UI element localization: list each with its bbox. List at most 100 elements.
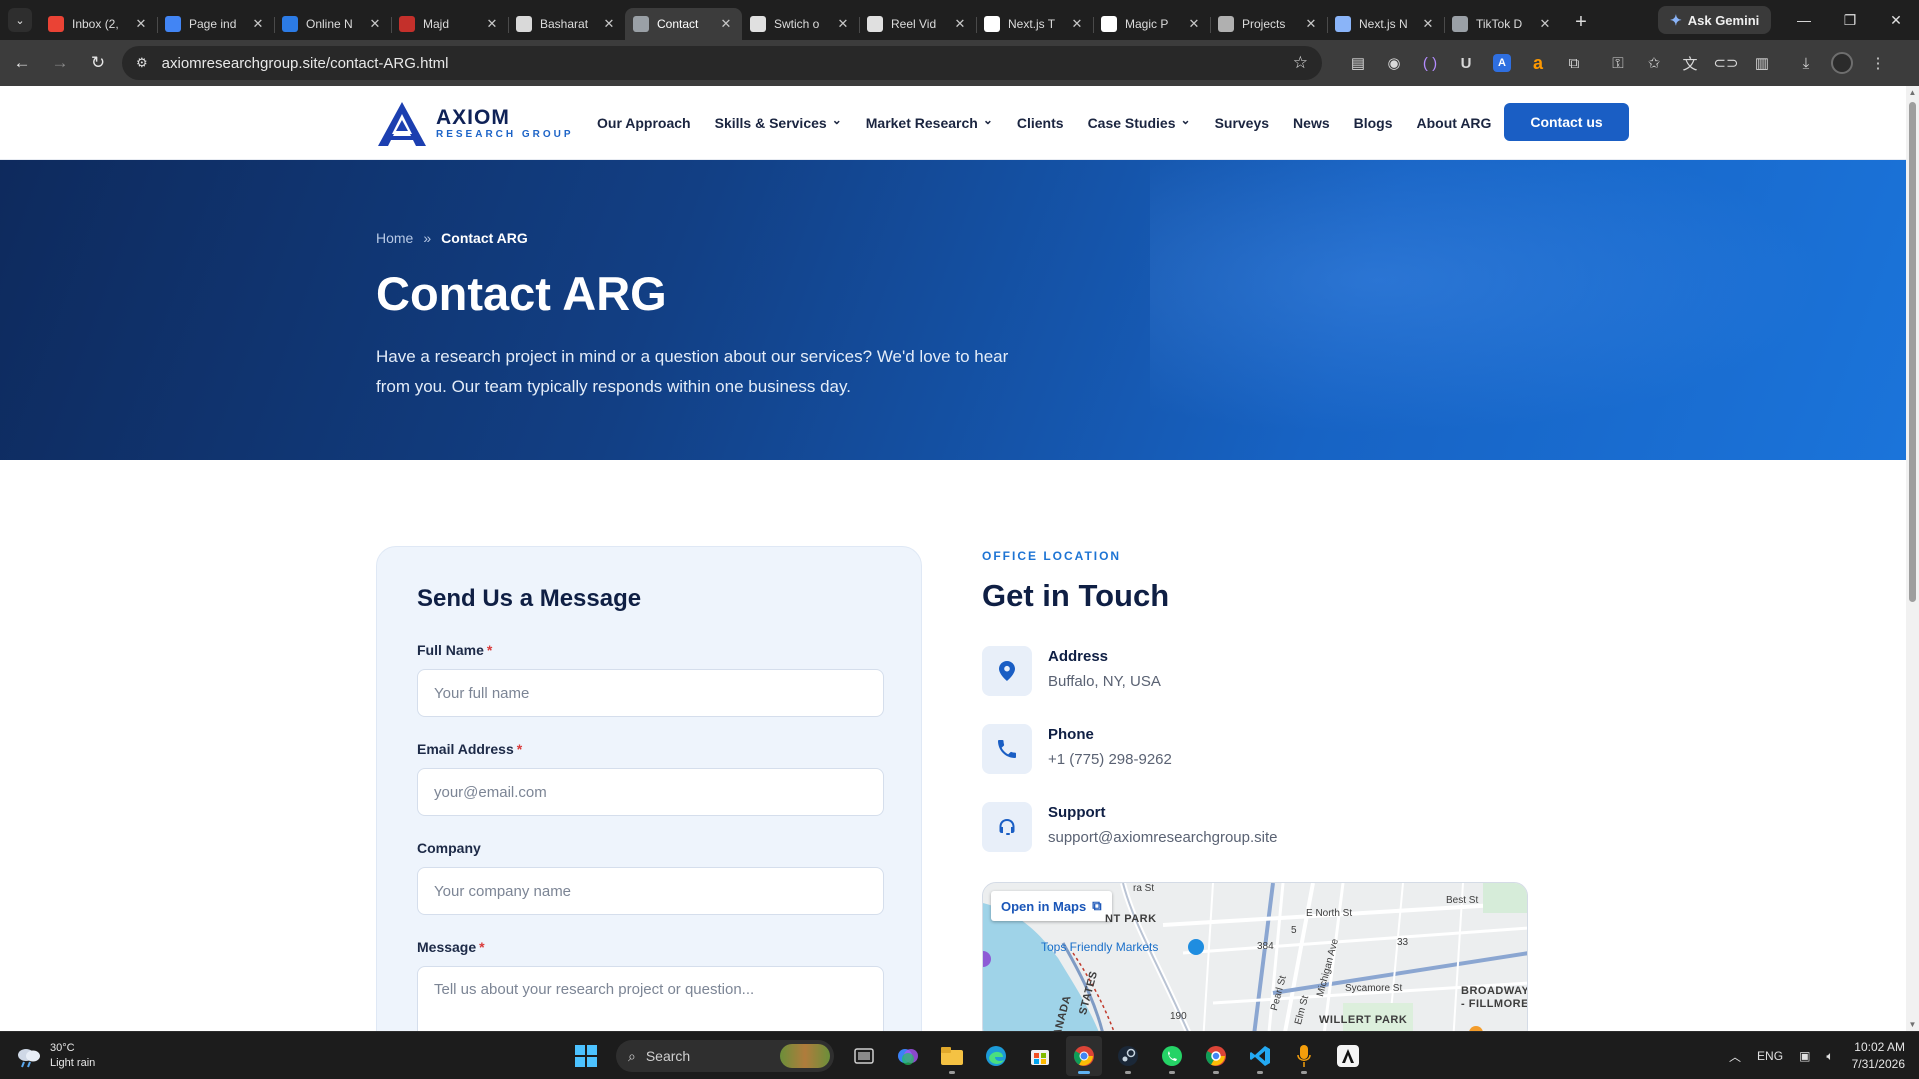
browser-tab[interactable]: Page ind ✕ bbox=[157, 8, 274, 40]
tab-close-icon[interactable]: ✕ bbox=[835, 16, 851, 32]
tab-close-icon[interactable]: ✕ bbox=[1537, 16, 1553, 32]
tab-close-icon[interactable]: ✕ bbox=[1420, 16, 1436, 32]
steam-icon[interactable] bbox=[1110, 1036, 1146, 1076]
ext-sidepanel-icon[interactable]: ▥ bbox=[1744, 40, 1780, 86]
ext-camera-icon[interactable]: ◉ bbox=[1376, 40, 1412, 86]
address-bar[interactable]: ⚙ axiomresearchgroup.site/contact-ARG.ht… bbox=[122, 46, 1322, 80]
download-icon[interactable]: ⤓ bbox=[1788, 40, 1824, 86]
edge-icon[interactable] bbox=[978, 1036, 1014, 1076]
microsoft-store-icon[interactable] bbox=[1022, 1036, 1058, 1076]
copilot-m365-icon[interactable] bbox=[890, 1036, 926, 1076]
profile-avatar[interactable] bbox=[1824, 40, 1860, 86]
nav-item-surveys[interactable]: Surveys bbox=[1215, 115, 1269, 131]
language-indicator[interactable]: ENG bbox=[1749, 1049, 1791, 1063]
browser-tab[interactable]: Swtich o ✕ bbox=[742, 8, 859, 40]
browser-tab[interactable]: Projects ✕ bbox=[1210, 8, 1327, 40]
ext-cast-icon[interactable]: ▤ bbox=[1340, 40, 1376, 86]
ext-key-icon[interactable]: ⚿ bbox=[1600, 40, 1636, 86]
scroll-up-icon[interactable]: ▲ bbox=[1908, 88, 1917, 97]
nav-item-case-studies[interactable]: Case Studies ⌄ bbox=[1088, 113, 1191, 131]
chrome-profile-icon[interactable] bbox=[1198, 1036, 1234, 1076]
site-logo[interactable]: AXIOM RESEARCH GROUP bbox=[376, 100, 574, 148]
tab-close-icon[interactable]: ✕ bbox=[133, 16, 149, 32]
weather-widget[interactable]: 30°C Light rain bbox=[16, 1041, 95, 1071]
phone-value[interactable]: +1 (775) 298-9262 bbox=[1048, 751, 1172, 768]
browser-tab[interactable]: Reel Vid ✕ bbox=[859, 8, 976, 40]
browser-tab[interactable]: Next.js N ✕ bbox=[1327, 8, 1444, 40]
tab-close-icon[interactable]: ✕ bbox=[1186, 16, 1202, 32]
tab-close-icon[interactable]: ✕ bbox=[367, 16, 383, 32]
ext-favorites-icon[interactable]: ✩ bbox=[1636, 40, 1672, 86]
message-textarea[interactable] bbox=[417, 966, 884, 1031]
full-name-input[interactable] bbox=[417, 669, 884, 717]
nav-item-blogs[interactable]: Blogs bbox=[1354, 115, 1393, 131]
windows-start-icon[interactable] bbox=[568, 1036, 604, 1076]
tab-close-icon[interactable]: ✕ bbox=[250, 16, 266, 32]
tab-close-icon[interactable]: ✕ bbox=[601, 16, 617, 32]
close-window-button[interactable]: ✕ bbox=[1873, 0, 1919, 40]
browser-tab[interactable]: TikTok D ✕ bbox=[1444, 8, 1561, 40]
page-scrollbar[interactable]: ▲ ▼ bbox=[1906, 86, 1919, 1031]
breadcrumb-home-link[interactable]: Home bbox=[376, 230, 413, 246]
browser-tab[interactable]: Next.js T ✕ bbox=[976, 8, 1093, 40]
gemini-icon bbox=[1335, 16, 1351, 32]
browser-tab[interactable]: Online N ✕ bbox=[274, 8, 391, 40]
company-input[interactable] bbox=[417, 867, 884, 915]
browser-tab[interactable]: Magic P ✕ bbox=[1093, 8, 1210, 40]
contact-us-button[interactable]: Contact us bbox=[1504, 103, 1629, 141]
whatsapp-icon[interactable] bbox=[1154, 1036, 1190, 1076]
nav-item-about-arg[interactable]: About ARG bbox=[1417, 115, 1492, 131]
volume-icon[interactable]: 🔈︎ bbox=[1818, 1049, 1841, 1064]
nav-item-news[interactable]: News bbox=[1293, 115, 1330, 131]
ext-u-icon[interactable]: U bbox=[1448, 40, 1484, 86]
chrome-icon[interactable] bbox=[1066, 1036, 1102, 1076]
task-view-icon[interactable] bbox=[846, 1036, 882, 1076]
browser-tab[interactable]: Majd ✕ bbox=[391, 8, 508, 40]
ext-translate-icon[interactable]: 文 bbox=[1672, 40, 1708, 86]
forward-button[interactable]: → bbox=[44, 47, 76, 79]
ext-link-icon[interactable]: ⊂⊃ bbox=[1708, 40, 1744, 86]
microphone-app-icon[interactable] bbox=[1286, 1036, 1322, 1076]
email-input[interactable] bbox=[417, 768, 884, 816]
ext-translate-a-icon[interactable]: A bbox=[1484, 40, 1520, 86]
ext-code-icon[interactable]: ( ) bbox=[1412, 40, 1448, 86]
tab-close-icon[interactable]: ✕ bbox=[718, 16, 734, 32]
new-tab-button[interactable]: + bbox=[1567, 8, 1595, 36]
nav-item-clients[interactable]: Clients bbox=[1017, 115, 1064, 131]
scrollbar-thumb[interactable] bbox=[1909, 102, 1916, 602]
file-explorer-icon[interactable] bbox=[934, 1036, 970, 1076]
taskbar-search-box[interactable]: ⌕ Search bbox=[616, 1040, 834, 1072]
nav-item-skills-services[interactable]: Skills & Services ⌄ bbox=[715, 113, 842, 131]
app-a-icon[interactable] bbox=[1330, 1036, 1366, 1076]
tab-close-icon[interactable]: ✕ bbox=[484, 16, 500, 32]
taskbar-clock[interactable]: 10:02 AM 7/31/2026 bbox=[1842, 1039, 1919, 1073]
bookmark-star-icon[interactable]: ☆ bbox=[1293, 53, 1308, 73]
open-in-maps-button[interactable]: Open in Maps ⧉ bbox=[991, 891, 1112, 921]
nav-item-market-research[interactable]: Market Research ⌄ bbox=[866, 113, 993, 131]
browser-tab[interactable]: Basharat ✕ bbox=[508, 8, 625, 40]
browser-tab[interactable]: Inbox (2, ✕ bbox=[40, 8, 157, 40]
ext-amazon-icon[interactable]: a bbox=[1520, 40, 1556, 86]
network-icon[interactable]: ▣ bbox=[1791, 1049, 1818, 1063]
minimize-button[interactable]: — bbox=[1781, 0, 1827, 40]
back-button[interactable]: ← bbox=[6, 47, 38, 79]
ask-gemini-button[interactable]: ✦ Ask Gemini bbox=[1658, 6, 1772, 34]
office-map[interactable]: Open in Maps ⧉ NT PARK ra St E North St … bbox=[982, 882, 1528, 1031]
reload-button[interactable]: ↻ bbox=[82, 47, 114, 79]
tab-search-button[interactable]: ⌄ bbox=[8, 8, 32, 32]
vscode-icon[interactable] bbox=[1242, 1036, 1278, 1076]
tab-close-icon[interactable]: ✕ bbox=[952, 16, 968, 32]
tray-overflow-icon[interactable]: ︿ bbox=[1721, 1048, 1749, 1065]
tab-close-icon[interactable]: ✕ bbox=[1069, 16, 1085, 32]
support-email[interactable]: support@axiomresearchgroup.site bbox=[1048, 829, 1278, 846]
restore-button[interactable]: ❐ bbox=[1827, 0, 1873, 40]
hero-banner: Home » Contact ARG Contact ARG Have a re… bbox=[0, 160, 1906, 460]
menu-kebab-icon[interactable]: ⋮ bbox=[1860, 40, 1896, 86]
scroll-down-icon[interactable]: ▼ bbox=[1908, 1020, 1917, 1029]
nav-item-our-approach[interactable]: Our Approach bbox=[597, 115, 691, 131]
ext-puzzle-icon[interactable]: ⧉ bbox=[1556, 40, 1592, 86]
get-in-touch-title: Get in Touch bbox=[982, 578, 1170, 613]
browser-tab[interactable]: Contact ✕ bbox=[625, 8, 742, 40]
tab-close-icon[interactable]: ✕ bbox=[1303, 16, 1319, 32]
site-info-icon[interactable]: ⚙ bbox=[136, 55, 148, 71]
